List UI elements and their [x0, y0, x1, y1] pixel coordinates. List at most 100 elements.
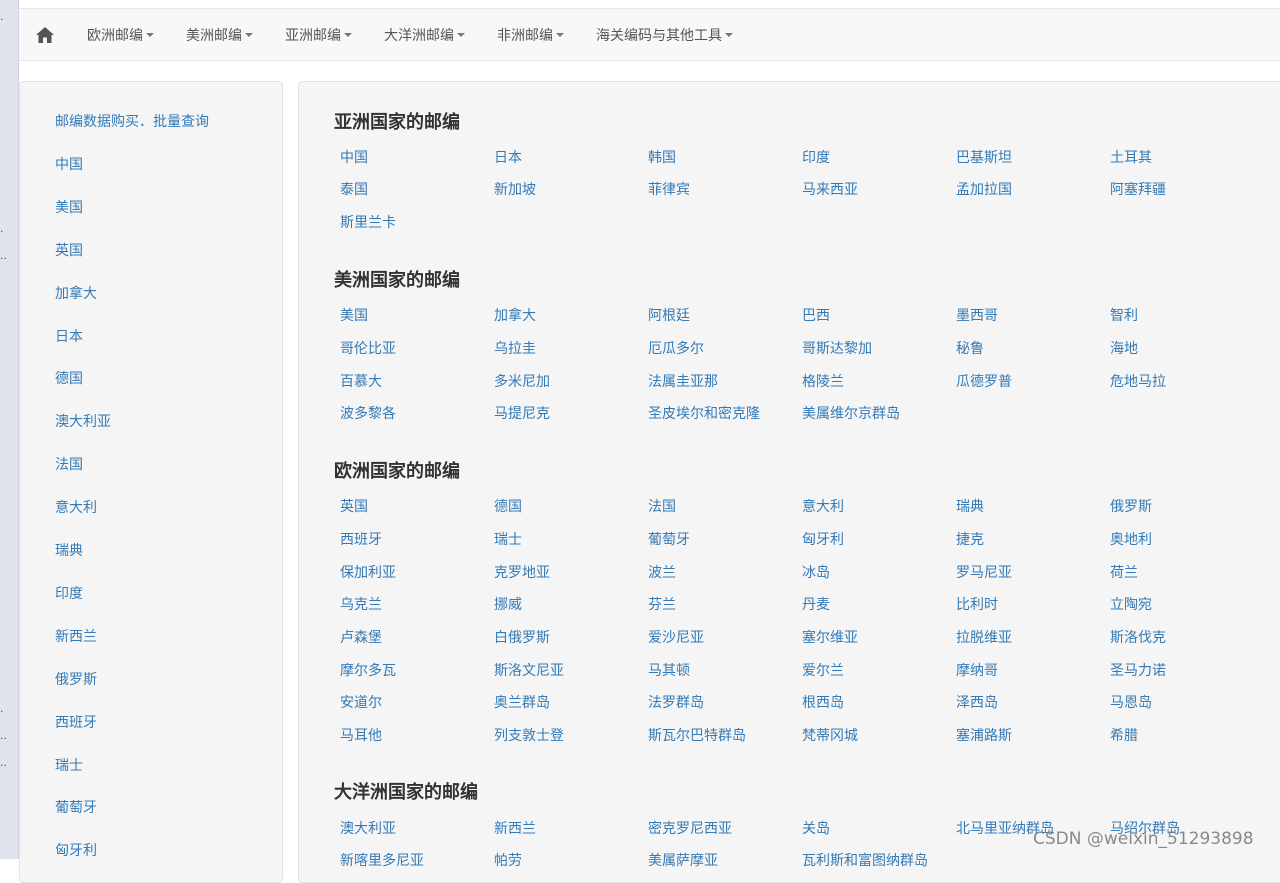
- country-link[interactable]: 乌拉圭: [494, 340, 536, 358]
- country-link[interactable]: 冰岛: [802, 564, 830, 582]
- country-link[interactable]: 法属圭亚那: [648, 373, 718, 391]
- sidebar-link-country[interactable]: 加拿大: [55, 285, 97, 303]
- country-link[interactable]: 新加坡: [494, 181, 536, 199]
- country-link[interactable]: 克罗地亚: [494, 564, 550, 582]
- country-link[interactable]: 卢森堡: [340, 629, 382, 647]
- country-link[interactable]: 厄瓜多尔: [648, 340, 704, 358]
- country-link[interactable]: 瑞士: [494, 531, 522, 549]
- country-link[interactable]: 芬兰: [648, 596, 676, 614]
- sidebar-link-country[interactable]: 葡萄牙: [55, 799, 97, 817]
- country-link[interactable]: 中国: [340, 149, 368, 167]
- country-link[interactable]: 根西岛: [802, 694, 844, 712]
- country-link[interactable]: 多米尼加: [494, 373, 550, 391]
- sidebar-link-bulk-query[interactable]: 邮编数据购买．批量查询: [55, 113, 209, 131]
- country-link[interactable]: 意大利: [802, 498, 844, 516]
- country-link[interactable]: 摩尔多瓦: [340, 662, 396, 680]
- country-link[interactable]: 哥伦比亚: [340, 340, 396, 358]
- country-link[interactable]: 马绍尔群岛: [1110, 820, 1180, 838]
- country-link[interactable]: 秘鲁: [956, 340, 984, 358]
- country-link[interactable]: 荷兰: [1110, 564, 1138, 582]
- country-link[interactable]: 挪威: [494, 596, 522, 614]
- country-link[interactable]: 美国: [340, 307, 368, 325]
- country-link[interactable]: 俄罗斯: [1110, 498, 1152, 516]
- country-link[interactable]: 拉脱维亚: [956, 629, 1012, 647]
- country-link[interactable]: 格陵兰: [802, 373, 844, 391]
- country-link[interactable]: 危地马拉: [1110, 373, 1166, 391]
- country-link[interactable]: 法国: [648, 498, 676, 516]
- country-link[interactable]: 新西兰: [494, 820, 536, 838]
- country-link[interactable]: 墨西哥: [956, 307, 998, 325]
- country-link[interactable]: 阿塞拜疆: [1110, 181, 1166, 199]
- country-link[interactable]: 圣皮埃尔和密克隆: [648, 405, 760, 423]
- country-link[interactable]: 马耳他: [340, 727, 382, 745]
- sidebar-link-country[interactable]: 日本: [55, 328, 83, 346]
- country-link[interactable]: 巴基斯坦: [956, 149, 1012, 167]
- nav-europe[interactable]: 欧洲邮编: [71, 9, 170, 60]
- country-link[interactable]: 海地: [1110, 340, 1138, 358]
- country-link[interactable]: 哥斯达黎加: [802, 340, 872, 358]
- country-link[interactable]: 巴西: [802, 307, 830, 325]
- country-link[interactable]: 土耳其: [1110, 149, 1152, 167]
- country-link[interactable]: 圣马力诺: [1110, 662, 1166, 680]
- sidebar-link-country[interactable]: 西班牙: [55, 714, 97, 732]
- country-link[interactable]: 澳大利亚: [340, 820, 396, 838]
- nav-tools[interactable]: 海关编码与其他工具: [580, 9, 749, 60]
- country-link[interactable]: 列支敦士登: [494, 727, 564, 745]
- country-link[interactable]: 斯瓦尔巴特群岛: [648, 727, 746, 745]
- sidebar-link-country[interactable]: 澳大利亚: [55, 413, 111, 431]
- country-link[interactable]: 瓜德罗普: [956, 373, 1012, 391]
- country-link[interactable]: 美属维尔京群岛: [802, 405, 900, 423]
- country-link[interactable]: 韩国: [648, 149, 676, 167]
- country-link[interactable]: 泽西岛: [956, 694, 998, 712]
- country-link[interactable]: 智利: [1110, 307, 1138, 325]
- sidebar-link-country[interactable]: 英国: [55, 242, 83, 260]
- sidebar-link-country[interactable]: 德国: [55, 370, 83, 388]
- country-link[interactable]: 阿根廷: [648, 307, 690, 325]
- country-link[interactable]: 丹麦: [802, 596, 830, 614]
- country-link[interactable]: 奥地利: [1110, 531, 1152, 549]
- sidebar-link-country[interactable]: 美国: [55, 199, 83, 217]
- country-link[interactable]: 瓦利斯和富图纳群岛: [802, 852, 928, 870]
- country-link[interactable]: 匈牙利: [802, 531, 844, 549]
- country-link[interactable]: 梵蒂冈城: [802, 727, 858, 745]
- country-link[interactable]: 塞浦路斯: [956, 727, 1012, 745]
- nav-americas[interactable]: 美洲邮编: [170, 9, 269, 60]
- country-link[interactable]: 立陶宛: [1110, 596, 1152, 614]
- country-link[interactable]: 新喀里多尼亚: [340, 852, 424, 870]
- sidebar-link-country[interactable]: 法国: [55, 456, 83, 474]
- country-link[interactable]: 密克罗尼西亚: [648, 820, 732, 838]
- country-link[interactable]: 斯洛文尼亚: [494, 662, 564, 680]
- sidebar-link-country[interactable]: 瑞典: [55, 542, 83, 560]
- country-link[interactable]: 帕劳: [494, 852, 522, 870]
- country-link[interactable]: 摩纳哥: [956, 662, 998, 680]
- sidebar-link-country[interactable]: 匈牙利: [55, 842, 97, 860]
- country-link[interactable]: 保加利亚: [340, 564, 396, 582]
- country-link[interactable]: 德国: [494, 498, 522, 516]
- country-link[interactable]: 波多黎各: [340, 405, 396, 423]
- country-link[interactable]: 马提尼克: [494, 405, 550, 423]
- country-link[interactable]: 葡萄牙: [648, 531, 690, 549]
- country-link[interactable]: 乌克兰: [340, 596, 382, 614]
- country-link[interactable]: 罗马尼亚: [956, 564, 1012, 582]
- country-link[interactable]: 奥兰群岛: [494, 694, 550, 712]
- country-link[interactable]: 安道尔: [340, 694, 382, 712]
- home-button[interactable]: [19, 9, 71, 60]
- country-link[interactable]: 比利时: [956, 596, 998, 614]
- country-link[interactable]: 英国: [340, 498, 368, 516]
- sidebar-link-country[interactable]: 中国: [55, 156, 83, 174]
- country-link[interactable]: 菲律宾: [648, 181, 690, 199]
- country-link[interactable]: 泰国: [340, 181, 368, 199]
- country-link[interactable]: 斯里兰卡: [340, 214, 396, 232]
- country-link[interactable]: 爱尔兰: [802, 662, 844, 680]
- country-link[interactable]: 孟加拉国: [956, 181, 1012, 199]
- country-link[interactable]: 马其顿: [648, 662, 690, 680]
- country-link[interactable]: 印度: [802, 149, 830, 167]
- country-link[interactable]: 美属萨摩亚: [648, 852, 718, 870]
- country-link[interactable]: 瑞典: [956, 498, 984, 516]
- country-link[interactable]: 马来西亚: [802, 181, 858, 199]
- country-link[interactable]: 白俄罗斯: [494, 629, 550, 647]
- country-link[interactable]: 百慕大: [340, 373, 382, 391]
- sidebar-link-country[interactable]: 意大利: [55, 499, 97, 517]
- sidebar-link-country[interactable]: 印度: [55, 585, 83, 603]
- sidebar-link-country[interactable]: 俄罗斯: [55, 671, 97, 689]
